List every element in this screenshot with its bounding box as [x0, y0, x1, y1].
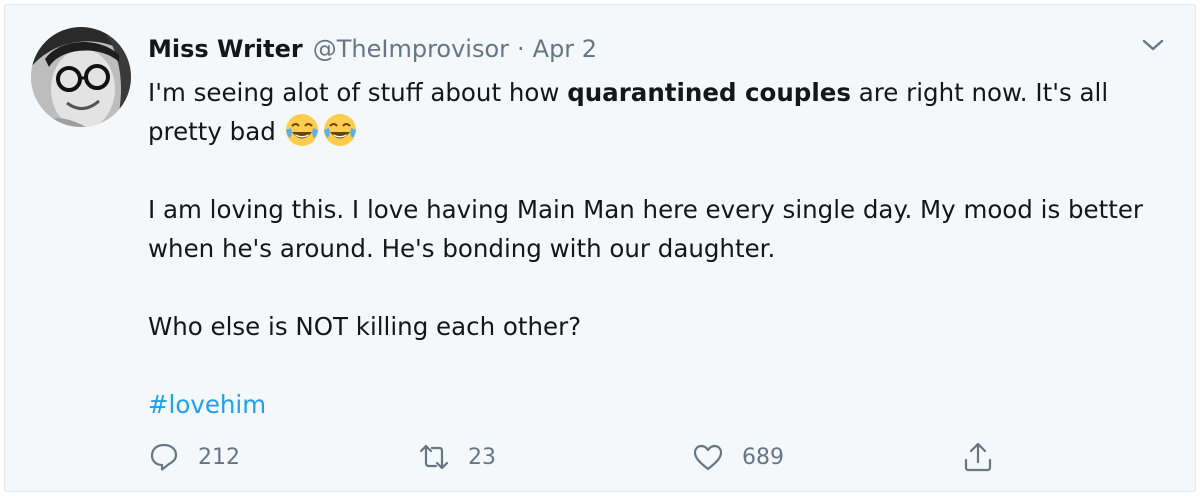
retweet-icon [419, 444, 449, 470]
tweet-text-segment: I'm seeing alot of stuff about how [148, 78, 568, 107]
tweet-paragraph-3: Who else is NOT killing each other? [148, 312, 582, 341]
retweet-button[interactable]: 23 [418, 437, 496, 477]
retweet-count: 23 [468, 444, 496, 470]
hashtag-link[interactable]: #lovehim [148, 390, 266, 419]
tweet-actions: 212 23 689 [148, 437, 1178, 477]
like-button[interactable]: 689 [692, 437, 784, 477]
like-count: 689 [742, 444, 784, 470]
share-icon [964, 442, 992, 472]
tweet-card[interactable]: Miss Writer @TheImprovisor · Apr 2 I'm s… [4, 4, 1196, 492]
tweet-paragraph-1: I'm seeing alot of stuff about how quara… [148, 73, 1188, 151]
tweet-paragraph-2: I am loving this. I love having Main Man… [148, 195, 1143, 263]
face-with-tears-of-joy-emoji [323, 114, 356, 146]
tweet-paragraph-4: #lovehim [148, 385, 1188, 424]
tweet-bold-text: quarantined couples [567, 78, 851, 107]
tweet-date[interactable]: Apr 2 [533, 35, 597, 63]
avatar[interactable] [31, 27, 131, 127]
heart-icon [693, 444, 723, 471]
reply-icon [150, 443, 178, 471]
reply-count: 212 [198, 444, 240, 470]
author-name[interactable]: Miss Writer [148, 35, 303, 63]
reply-button[interactable]: 212 [148, 437, 240, 477]
share-button[interactable] [962, 437, 994, 477]
more-options-chevron-down-icon[interactable] [1139, 33, 1167, 57]
face-with-tears-of-joy-emoji [285, 114, 318, 146]
separator-dot: · [517, 35, 525, 63]
tweet-text: I'm seeing alot of stuff about how quara… [148, 73, 1188, 424]
tweet-header: Miss Writer @TheImprovisor · Apr 2 [148, 33, 597, 65]
avatar-image [31, 27, 131, 127]
author-handle[interactable]: @TheImprovisor [313, 35, 509, 63]
